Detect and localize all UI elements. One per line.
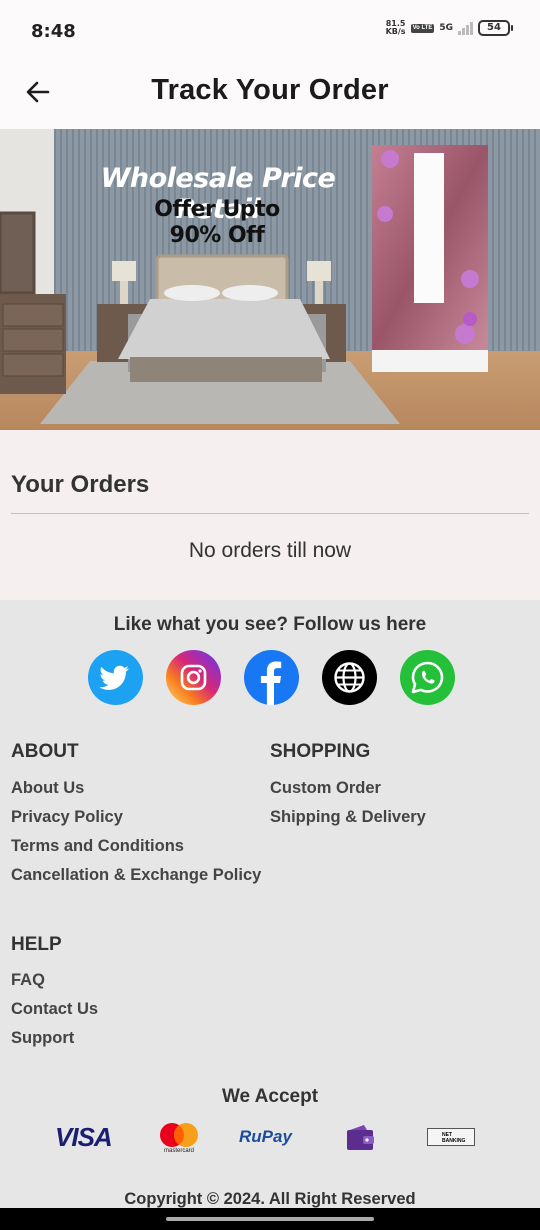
network-type: 5G bbox=[439, 22, 453, 33]
we-accept-heading: We Accept bbox=[221, 1086, 319, 1107]
system-nav-bar bbox=[0, 1208, 540, 1230]
wallet-icon bbox=[346, 1124, 376, 1157]
whatsapp-link[interactable] bbox=[400, 650, 455, 705]
social-links bbox=[88, 650, 455, 705]
home-gesture-handle[interactable] bbox=[166, 1217, 374, 1221]
empty-orders-message: No orders till now bbox=[188, 539, 352, 562]
privacy-policy-link[interactable]: Privacy Policy bbox=[11, 808, 123, 827]
network-speed: 81.5 KB/s bbox=[385, 19, 406, 36]
orders-section: Your Orders No orders till now bbox=[0, 430, 540, 600]
page-title: Track Your Order bbox=[151, 74, 389, 106]
app-bar: Track Your Order bbox=[0, 60, 540, 128]
mastercard-icon bbox=[160, 1123, 198, 1147]
footer: Like what you see? Follow us here ABOUT … bbox=[0, 600, 540, 1208]
about-heading: ABOUT bbox=[11, 741, 79, 762]
promo-banner[interactable]: Wholesale Price Retail Offer Upto 90% Of… bbox=[0, 129, 540, 430]
instagram-link[interactable] bbox=[166, 650, 221, 705]
mastercard-logo: mastercard bbox=[158, 1122, 200, 1158]
about-us-link[interactable]: About Us bbox=[11, 779, 84, 798]
facebook-icon bbox=[260, 661, 282, 705]
netbanking-logo: NET BANKING bbox=[427, 1128, 475, 1146]
shopping-heading: SHOPPING bbox=[270, 741, 371, 762]
signal-icon bbox=[458, 21, 473, 35]
status-indicators: 81.5 KB/s Vo LTE 5G 54 bbox=[385, 19, 513, 36]
shipping-delivery-link[interactable]: Shipping & Delivery bbox=[270, 808, 426, 827]
rupay-logo: RuPay bbox=[239, 1127, 292, 1146]
visa-logo: VISA bbox=[55, 1122, 113, 1152]
custom-order-link[interactable]: Custom Order bbox=[270, 779, 381, 798]
orders-title: Your Orders bbox=[11, 471, 150, 498]
divider bbox=[11, 513, 529, 514]
facebook-link[interactable] bbox=[244, 650, 299, 705]
whatsapp-icon bbox=[411, 661, 444, 694]
battery-icon: 54 bbox=[478, 20, 513, 36]
instagram-icon bbox=[180, 664, 207, 691]
volte-icon: Vo LTE bbox=[410, 23, 435, 33]
contact-us-link[interactable]: Contact Us bbox=[11, 1000, 98, 1019]
follow-text: Like what you see? Follow us here bbox=[113, 614, 427, 635]
cancellation-policy-link[interactable]: Cancellation & Exchange Policy bbox=[11, 866, 261, 885]
status-bar: 8:48 81.5 KB/s Vo LTE 5G 54 bbox=[0, 0, 540, 60]
faq-link[interactable]: FAQ bbox=[11, 971, 45, 990]
globe-icon bbox=[334, 662, 365, 693]
support-link[interactable]: Support bbox=[11, 1029, 74, 1048]
copyright-text: Copyright © 2024. All Right Reserved bbox=[124, 1190, 416, 1208]
website-link[interactable] bbox=[322, 650, 377, 705]
help-heading: HELP bbox=[11, 934, 62, 955]
twitter-link[interactable] bbox=[88, 650, 143, 705]
twitter-icon bbox=[99, 665, 129, 690]
terms-link[interactable]: Terms and Conditions bbox=[11, 837, 184, 856]
status-time: 8:48 bbox=[31, 21, 76, 42]
banner-offer: Offer Upto 90% Off bbox=[154, 197, 280, 248]
